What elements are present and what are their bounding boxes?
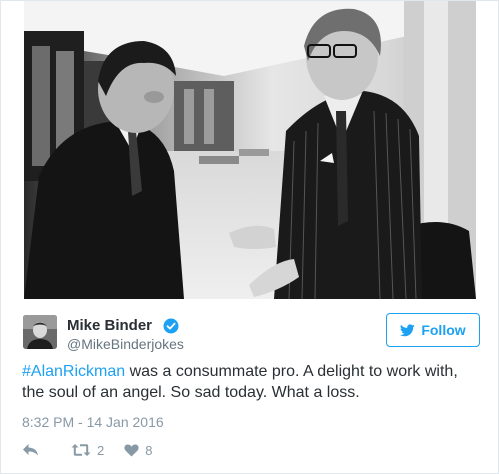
- hashtag-link[interactable]: #AlanRickman: [22, 363, 125, 380]
- retweet-icon: [71, 444, 91, 456]
- tweet-text: #AlanRickman was a consummate pro. A del…: [22, 361, 482, 403]
- author-name[interactable]: Mike Binder: [67, 317, 152, 335]
- verified-badge-icon: [163, 318, 179, 334]
- retweet-button[interactable]: 2: [71, 443, 104, 458]
- avatar[interactable]: [23, 315, 57, 349]
- reply-button[interactable]: [22, 443, 39, 457]
- like-button[interactable]: 8: [124, 443, 152, 458]
- author-handle[interactable]: @MikeBinderjokes: [67, 335, 184, 353]
- tweet-actions: 2 8: [22, 441, 152, 459]
- twitter-bird-icon: [400, 323, 416, 336]
- heart-icon: [124, 444, 139, 456]
- like-count: 8: [145, 442, 153, 458]
- follow-label: Follow: [421, 322, 466, 338]
- retweet-count: 2: [97, 442, 105, 458]
- follow-button[interactable]: Follow: [386, 313, 480, 347]
- tweet-card: Mike Binder @MikeBinderjokes Follow #Ala…: [0, 0, 499, 474]
- tweet-photo[interactable]: [24, 1, 476, 299]
- reply-icon: [23, 444, 38, 456]
- timestamp[interactable]: 8:32 PM - 14 Jan 2016: [22, 413, 164, 431]
